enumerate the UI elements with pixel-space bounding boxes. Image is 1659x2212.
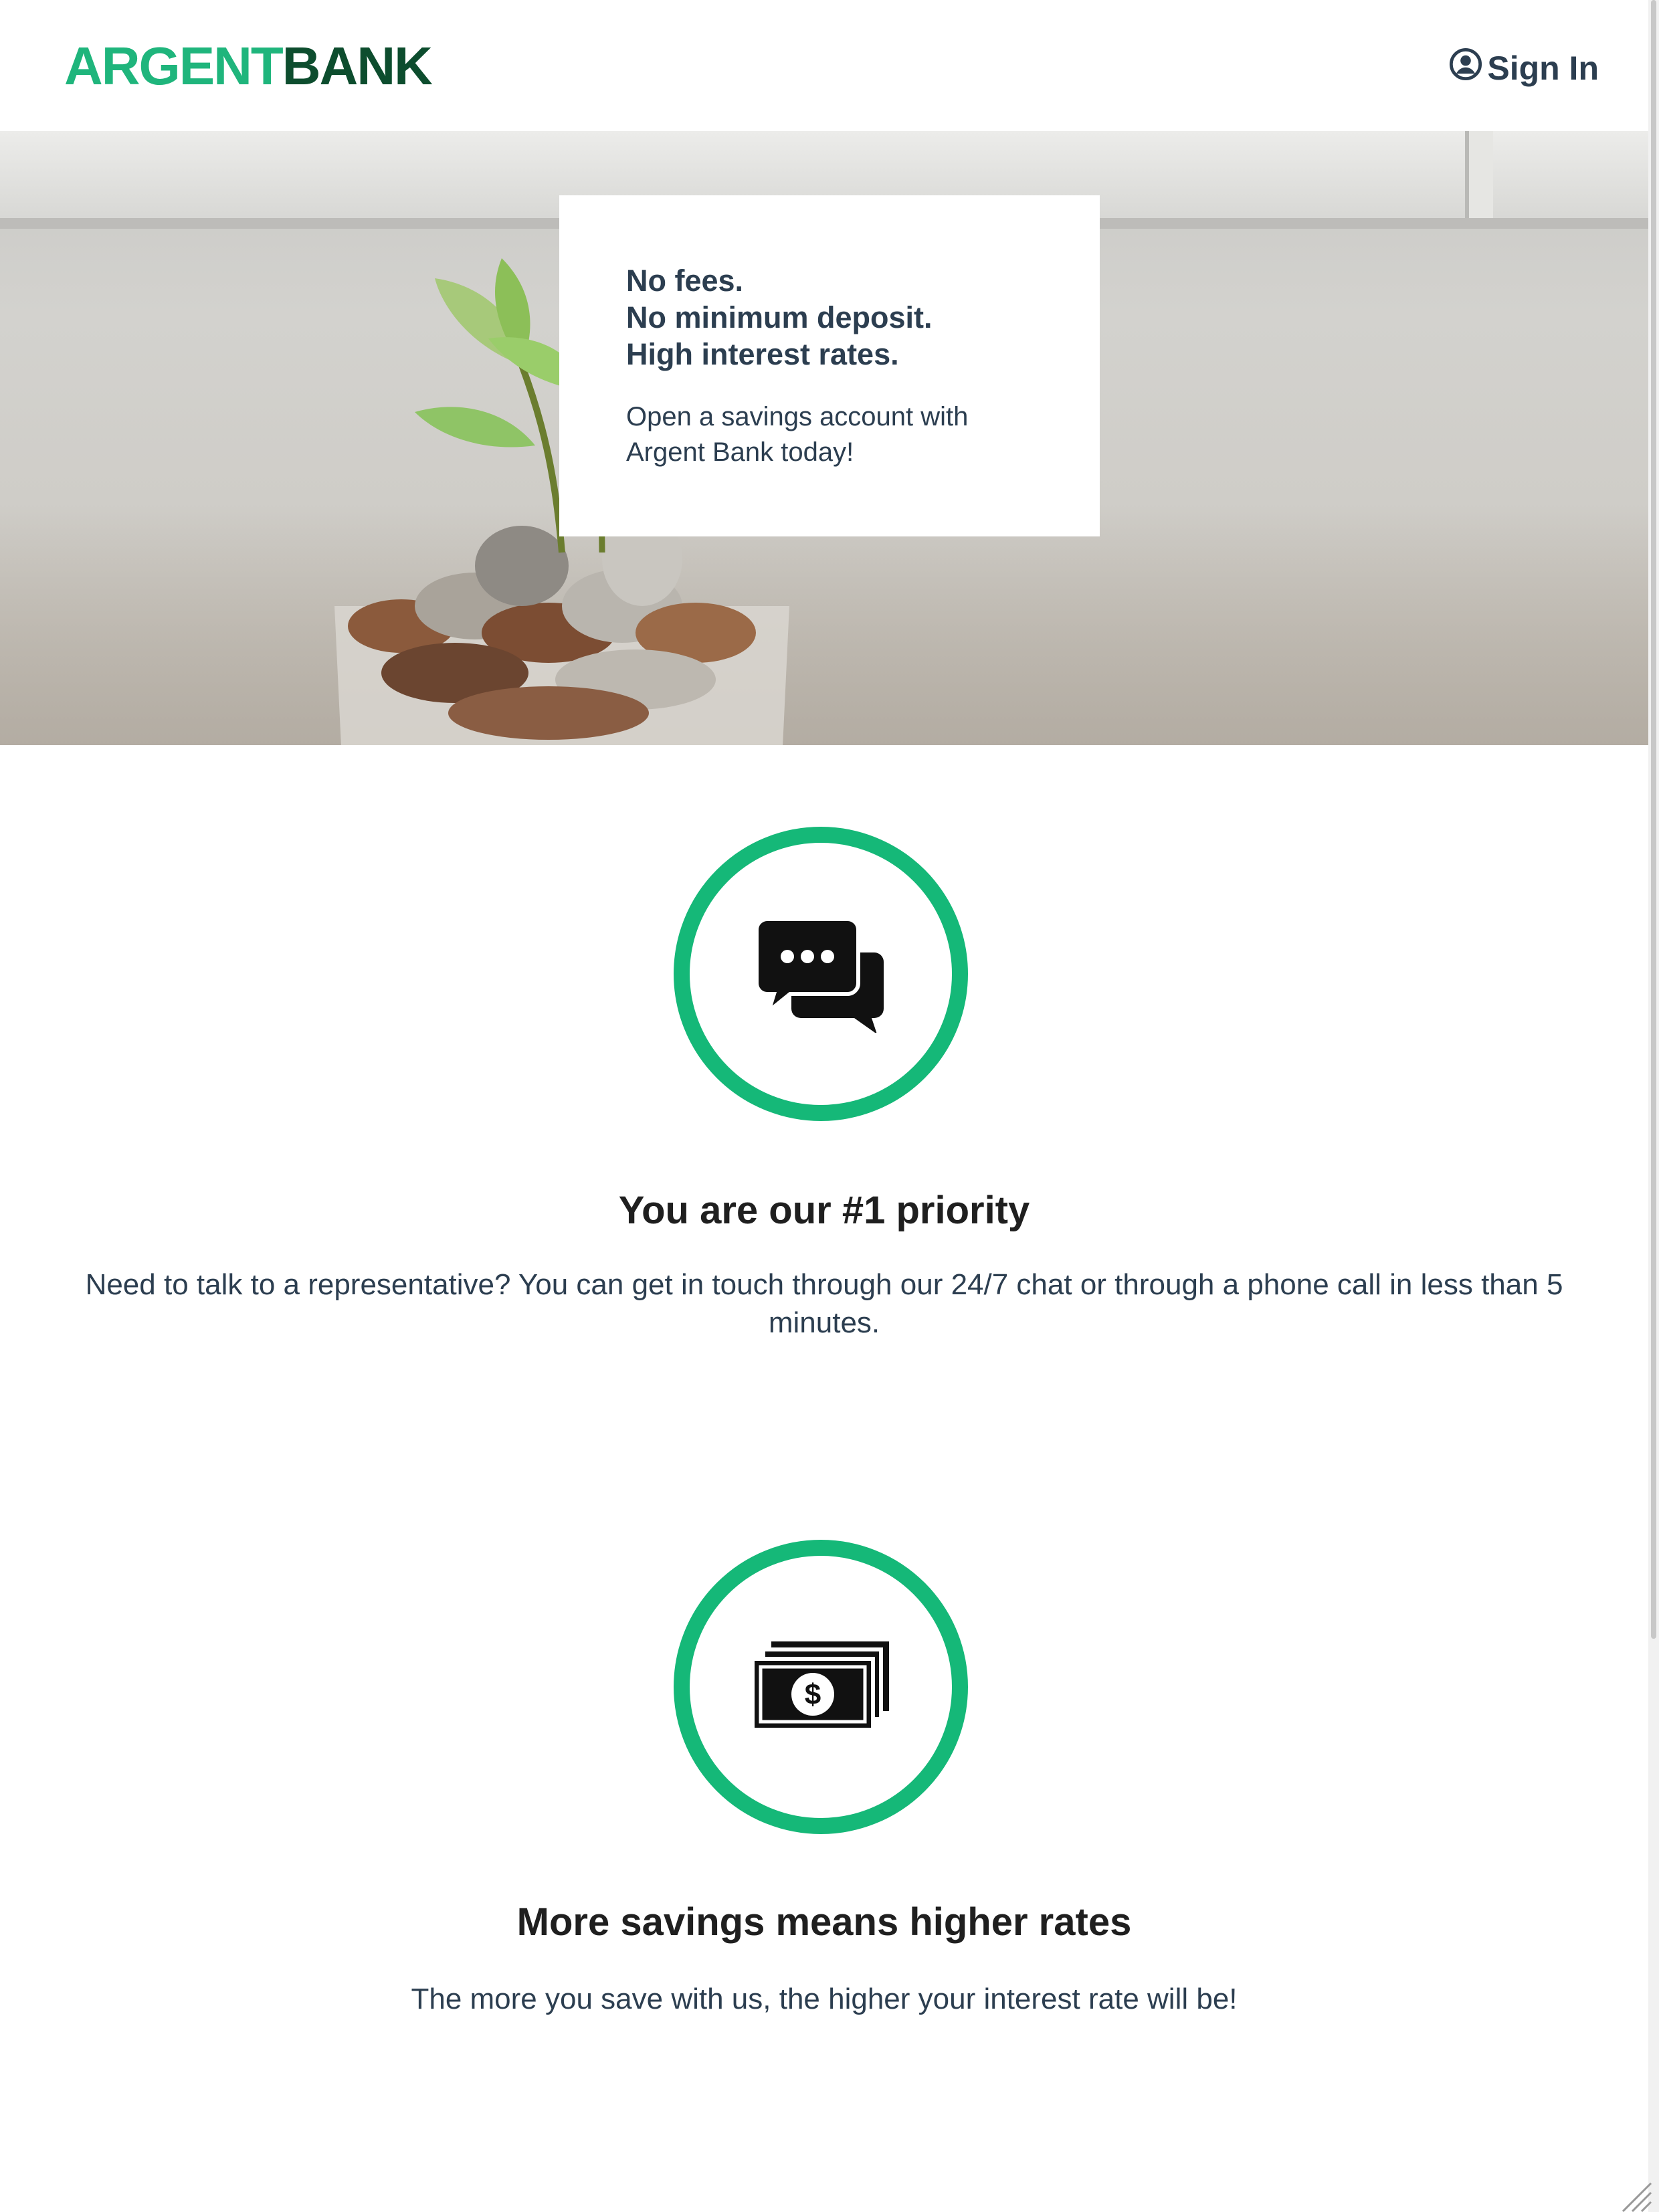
hero-promo-card: No fees. No minimum deposit. High intere… [559, 195, 1100, 536]
sign-in-label: Sign In [1487, 49, 1599, 87]
logo-part-bank: BANK [282, 36, 433, 96]
feature-text-savings: The more you save with us, the higher yo… [411, 1983, 1238, 2015]
hero-line-interest: High interest rates. [626, 337, 899, 371]
logo-part-argent: ARGENT [64, 36, 284, 96]
feature-text-priority: Need to talk to a representative? You ca… [85, 1268, 1563, 1339]
main-nav: ARGENTBANK Sign In [0, 0, 1646, 131]
feature-title-savings: More savings means higher rates [516, 1900, 1132, 1944]
brand-logo[interactable]: ARGENTBANK [64, 36, 433, 96]
feature-icon-ring: $ [674, 1540, 968, 1834]
resize-grip-icon[interactable] [1612, 2174, 1652, 2212]
user-circle-icon [1448, 47, 1483, 90]
chat-icon [754, 912, 888, 1036]
table-surface [0, 506, 1648, 745]
feature-title-priority: You are our #1 priority [618, 1189, 1030, 1232]
svg-text:$: $ [805, 1678, 821, 1711]
sign-in-link[interactable]: Sign In [1448, 44, 1599, 92]
hero-line-no-fees: No fees. [626, 264, 744, 298]
scrollbar-thumb[interactable] [1651, 0, 1656, 1639]
feature-icon-ring [674, 827, 968, 1121]
hero-banner: No fees. No minimum deposit. High intere… [0, 131, 1648, 745]
window-frame [1465, 131, 1493, 225]
money-icon: $ [747, 1639, 894, 1736]
hero-line-no-minimum: No minimum deposit. [626, 300, 933, 334]
hero-subtitle: Open a savings account with Argent Bank … [626, 402, 969, 467]
